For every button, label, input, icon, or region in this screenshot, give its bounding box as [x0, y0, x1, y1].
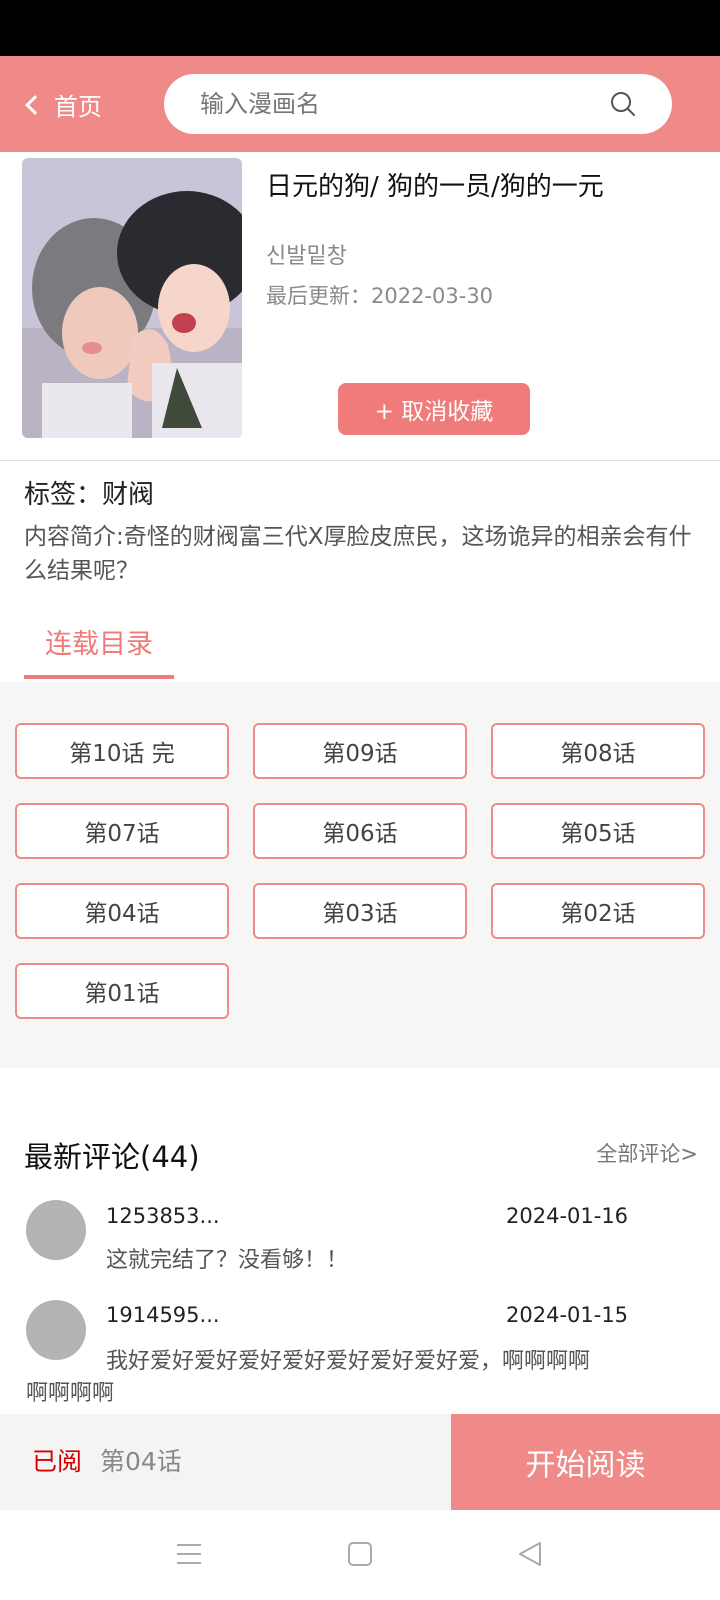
comic-cover[interactable]	[22, 158, 242, 438]
updated-label: 最后更新：	[266, 284, 371, 308]
comment-text: 这就完结了？没看够！！	[106, 1248, 349, 1273]
back-triangle-icon[interactable]	[516, 1540, 544, 1568]
chapter-button[interactable]: 第08话	[491, 723, 705, 779]
chapter-button[interactable]: 第05话	[491, 803, 705, 859]
chevron-left-icon	[25, 95, 45, 115]
back-label: 首页	[54, 92, 102, 121]
updated-date: 2022-03-30	[371, 284, 494, 308]
comment-user: 1253853...	[106, 1204, 220, 1228]
tab-underline	[24, 675, 174, 679]
comment-text: 我好爱好爱好爱好爱好爱好爱好爱好爱，啊啊啊啊	[106, 1349, 591, 1374]
comic-title: 日元的狗/ 狗的一员/狗的一元	[266, 172, 604, 202]
chapter-button[interactable]: 第02话	[491, 883, 705, 939]
comment-user: 1914595...	[106, 1303, 220, 1327]
unfavorite-button[interactable]: + 取消收藏	[338, 383, 530, 435]
avatar[interactable]	[26, 1200, 86, 1260]
tab-catalog[interactable]: 连载目录	[24, 616, 174, 678]
chapter-button[interactable]: 第07话	[15, 803, 229, 859]
chapter-button[interactable]: 第01话	[15, 963, 229, 1019]
search-bar	[164, 74, 672, 134]
avatar[interactable]	[26, 1300, 86, 1360]
comic-author: 신발밑창	[266, 244, 347, 269]
start-reading-button[interactable]: 开始阅读	[451, 1414, 720, 1510]
comments-title: 最新评论(44)	[24, 1140, 200, 1174]
back-button[interactable]: 首页	[25, 86, 102, 122]
comment-date: 2024-01-15	[506, 1303, 629, 1327]
home-square-icon[interactable]	[346, 1540, 374, 1568]
last-read-chapter[interactable]: 第04话	[100, 1442, 182, 1478]
comment-date: 2024-01-16	[506, 1204, 629, 1228]
bottom-bar: 已阅 第04话 开始阅读	[0, 1414, 720, 1510]
all-comments-link[interactable]: 全部评论>	[596, 1138, 698, 1168]
chapter-button[interactable]: 第09话	[253, 723, 467, 779]
chapter-button[interactable]: 第06话	[253, 803, 467, 859]
cover-illustration	[22, 158, 242, 438]
header: 首页	[0, 56, 720, 152]
chapter-list: 第10话 完 第09话 第08话 第07话 第06话 第05话 第04话 第03…	[0, 682, 720, 1068]
system-nav-bar	[0, 1510, 720, 1600]
menu-icon[interactable]	[175, 1540, 203, 1568]
search-input[interactable]	[200, 74, 580, 134]
chapter-button[interactable]: 第04话	[15, 883, 229, 939]
search-icon[interactable]	[610, 91, 636, 117]
divider	[0, 460, 720, 461]
read-label: 已阅	[32, 1447, 83, 1476]
tag-value[interactable]: 财阀	[102, 480, 154, 510]
status-bar	[0, 0, 720, 56]
chapter-button[interactable]: 第03话	[253, 883, 467, 939]
tags-label: 标签：	[24, 480, 103, 510]
comic-intro: 内容简介:奇怪的财阀富三代X厚脸皮庶民，这场诡异的相亲会有什么结果呢？	[24, 524, 692, 584]
chapter-button[interactable]: 第10话 完	[15, 723, 229, 779]
last-updated: 最后更新：2022-03-30	[266, 280, 493, 310]
tags: 标签：财阀	[24, 474, 154, 511]
comment-text-continued: 啊啊啊啊	[26, 1381, 115, 1406]
